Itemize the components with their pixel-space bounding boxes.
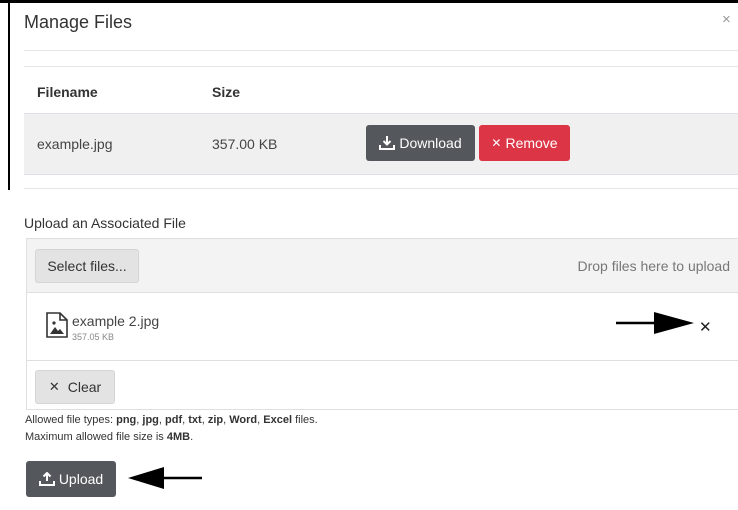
queued-file-name: example 2.jpg xyxy=(72,313,160,329)
max-size-suffix: . xyxy=(190,431,194,443)
remove-queued-file-button[interactable]: ✕ xyxy=(699,318,712,336)
modal-title: Manage Files xyxy=(24,12,133,32)
allowed-type: txt xyxy=(188,414,202,426)
max-size-prefix: Maximum allowed file size is xyxy=(25,431,167,443)
clear-button-label: Clear xyxy=(67,379,102,395)
upload-icon xyxy=(38,472,55,486)
allowed-type: Word xyxy=(229,414,258,426)
upload-section-heading: Upload an Associated File xyxy=(24,215,186,231)
queued-file-size: 357.05 KB xyxy=(72,332,115,342)
remove-icon: ✕ xyxy=(491,136,502,150)
upload-button-label: Upload xyxy=(58,471,104,487)
allowed-types-note: Allowed file types: png, jpg, pdf, txt, … xyxy=(25,414,318,426)
column-header-filename: Filename xyxy=(37,84,98,100)
download-button[interactable]: Download xyxy=(366,125,475,161)
max-size-note: Maximum allowed file size is 4MB. xyxy=(25,431,193,443)
image-file-icon xyxy=(46,312,68,338)
upload-toolbar[interactable]: Select files... Drop files here to uploa… xyxy=(27,239,738,293)
manage-files-modal: Manage Files × Filename Size example.jpg… xyxy=(10,3,738,510)
modal-close-button[interactable]: × xyxy=(722,11,736,28)
table-top-divider xyxy=(24,66,738,67)
arrow-left-icon xyxy=(128,467,202,489)
file-size-cell: 357.00 KB xyxy=(212,136,278,152)
max-size-value: 4MB xyxy=(166,431,191,443)
allowed-type: zip xyxy=(207,414,224,426)
allowed-type: jpg xyxy=(142,414,159,426)
select-files-button[interactable]: Select files... xyxy=(35,249,139,283)
download-icon xyxy=(379,136,396,150)
column-header-size: Size xyxy=(212,84,241,100)
remove-file-button[interactable]: ✕ Remove xyxy=(479,125,570,161)
file-name-cell: example.jpg xyxy=(37,136,113,152)
arrow-right-icon xyxy=(616,312,694,334)
allowed-types-suffix: files. xyxy=(292,414,318,426)
allowed-type: pdf xyxy=(165,414,183,426)
remove-button-label: Remove xyxy=(505,135,558,151)
upload-button[interactable]: Upload xyxy=(26,461,116,497)
header-divider xyxy=(24,50,738,51)
download-button-label: Download xyxy=(399,135,462,151)
drop-zone-hint: Drop files here to upload xyxy=(577,258,730,274)
allowed-types-prefix: Allowed file types: xyxy=(25,414,117,426)
clear-button[interactable]: ✕ Clear xyxy=(35,370,115,404)
clear-icon: ✕ xyxy=(48,379,60,394)
allowed-type: png xyxy=(116,414,137,426)
allowed-type: Excel xyxy=(263,414,293,426)
section-divider xyxy=(24,188,738,189)
